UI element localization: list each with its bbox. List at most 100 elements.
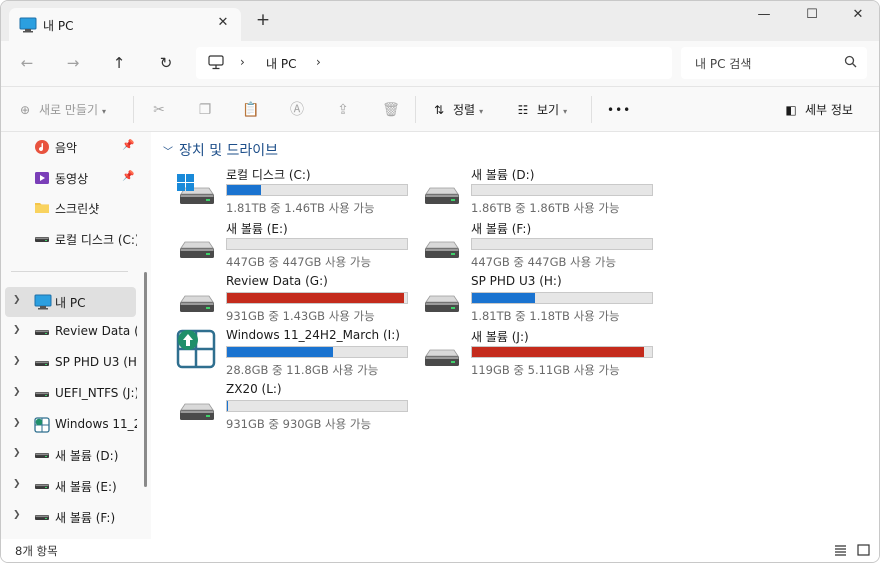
sidebar-item-label: 새 볼륨 (D:) [55, 449, 119, 463]
chevron-right-icon[interactable]: ❯ [13, 448, 21, 458]
drive-icon [420, 334, 464, 370]
details-pane-button[interactable]: ◧ 세부 정보 [783, 101, 853, 119]
pin-icon[interactable]: 📌 [122, 140, 134, 151]
chevron-right-icon[interactable]: ❯ [13, 356, 21, 366]
details-view-icon[interactable] [834, 544, 847, 556]
drive-usage-fill [472, 293, 535, 303]
drive-free-space: 447GB 중 447GB 사용 가능 [226, 255, 372, 269]
chevron-down-icon: ﹀ [163, 147, 173, 158]
plus-circle-icon: ⊕ [19, 103, 31, 117]
search-input[interactable]: 내 PC 검색 [681, 47, 867, 79]
rename-icon[interactable]: Ⓐ [287, 100, 307, 120]
details-pane-icon: ◧ [785, 103, 797, 117]
refresh-icon[interactable]: ↻ [156, 53, 176, 73]
install-media-icon [175, 328, 219, 369]
drive-usage-bar [226, 184, 408, 196]
sidebar-item-label: 로컬 디스크 (C:) [55, 233, 137, 247]
divider [591, 96, 592, 123]
drive-tile[interactable]: 로컬 디스크 (C:) 1.81TB 중 1.46TB 사용 가능 [175, 164, 415, 216]
sidebar-tree-item[interactable]: ❯ 새 볼륨 (F:) [1, 502, 137, 532]
drive-icon [34, 324, 50, 340]
sidebar-tree-item[interactable]: ❯ Review Data (G:) [1, 317, 137, 347]
cut-icon[interactable]: ✂ [149, 100, 169, 120]
sort-button[interactable]: ⇅ 정렬 ▾ [431, 101, 483, 119]
breadcrumb[interactable]: › 내 PC › [196, 47, 672, 79]
tab-close-icon[interactable]: ✕ [215, 15, 231, 30]
drive-usage-bar [226, 346, 408, 358]
drive-icon [34, 386, 50, 402]
drive-usage-bar [471, 184, 653, 196]
drive-icon [34, 478, 50, 494]
sidebar-tree-item[interactable]: ❯ 새 볼륨 (D:) [1, 440, 137, 470]
sidebar-tree-item[interactable]: ❯ 새 볼륨 (E:) [1, 471, 137, 501]
drive-usage-bar [471, 346, 653, 358]
drive-usage-bar [226, 292, 408, 304]
chevron-right-icon[interactable]: ❯ [13, 295, 21, 305]
delete-icon[interactable]: 🗑 [381, 100, 401, 120]
close-button[interactable]: ✕ [835, 7, 879, 25]
drive-icon [34, 447, 50, 463]
copy-icon[interactable]: ❐ [195, 100, 215, 120]
chevron-right-icon[interactable]: ❯ [13, 510, 21, 520]
sidebar-tree-item[interactable]: ❯ SP PHD U3 (H:) [1, 348, 137, 378]
chevron-right-icon[interactable]: ❯ [13, 418, 21, 428]
sidebar-item[interactable]: 동영상 📌 [1, 163, 137, 193]
tiles-view-icon[interactable] [857, 544, 870, 556]
drive-tile[interactable]: Review Data (G:) 931GB 중 1.43GB 사용 가능 [175, 272, 415, 324]
drive-tile[interactable]: SP PHD U3 (H:) 1.81TB 중 1.18TB 사용 가능 [420, 272, 660, 324]
chevron-right-icon[interactable]: ❯ [13, 387, 21, 397]
drive-name: Windows 11_24H2_March (I:) [226, 328, 400, 342]
drive-tile[interactable]: 새 볼륨 (E:) 447GB 중 447GB 사용 가능 [175, 218, 415, 270]
sidebar-tree-item[interactable]: ❯ Windows 11_24H2_March (I:) [1, 410, 137, 440]
drive-free-space: 1.86TB 중 1.86TB 사용 가능 [471, 201, 620, 215]
breadcrumb-chevron-icon[interactable]: › [316, 55, 321, 69]
sidebar-tree-item[interactable]: ❯ UEFI_NTFS (J:) [1, 379, 137, 409]
title-bar: 내 PC ✕ + — ☐ ✕ [1, 1, 879, 41]
breadcrumb-my-pc[interactable]: 내 PC [266, 55, 296, 72]
sidebar-item-label: UEFI_NTFS (J:) [55, 386, 137, 400]
drive-free-space: 28.8GB 중 11.8GB 사용 가능 [226, 363, 379, 377]
group-header-devices[interactable]: ﹀ 장치 및 드라이브 [163, 140, 278, 160]
drive-tile[interactable]: ZX20 (L:) 931GB 중 930GB 사용 가능 [175, 380, 415, 432]
sidebar-item-label: 새 볼륨 (E:) [55, 480, 117, 494]
new-tab-button[interactable]: + [255, 12, 271, 29]
chevron-down-icon: ▾ [479, 107, 484, 116]
more-options-button[interactable]: ••• [607, 101, 631, 119]
drive-tile[interactable]: 새 볼륨 (D:) 1.86TB 중 1.86TB 사용 가능 [420, 164, 660, 216]
item-count: 8개 항목 [15, 544, 58, 558]
back-arrow-icon[interactable]: ← [17, 53, 37, 73]
chevron-right-icon[interactable]: ❯ [13, 479, 21, 489]
view-button[interactable]: ☷ 보기 ▾ [515, 101, 568, 119]
paste-icon[interactable]: 📋 [241, 100, 261, 120]
drive-tile[interactable]: Windows 11_24H2_March (I:) 28.8GB 중 11.8G… [175, 326, 415, 378]
search-placeholder: 내 PC 검색 [695, 57, 752, 71]
status-bar: 8개 항목 [1, 539, 879, 562]
sidebar-item-label: 스크린샷 [55, 202, 100, 216]
pin-icon[interactable]: 📌 [122, 171, 134, 182]
sidebar-item-label: Windows 11_24H2_March (I:) [55, 417, 137, 431]
sidebar-item[interactable]: 음악 📌 [1, 132, 137, 162]
sidebar-divider [11, 271, 128, 272]
sidebar-item[interactable]: 스크린샷 [1, 193, 137, 223]
chevron-right-icon[interactable]: ❯ [13, 325, 21, 335]
monitor-icon [208, 55, 224, 70]
drive-name: 새 볼륨 (E:) [226, 222, 288, 236]
drive-name: 로컬 디스크 (C:) [226, 168, 311, 182]
sidebar-tree-item[interactable]: ❯ 내 PC [5, 287, 136, 317]
drive-usage-fill [227, 347, 334, 357]
new-button[interactable]: ⊕ 새로 만들기 ▾ [17, 101, 106, 119]
sidebar-item-label: Review Data (G:) [55, 324, 137, 338]
tab-my-pc[interactable]: 내 PC ✕ [9, 8, 241, 41]
up-arrow-icon[interactable]: ↑ [109, 53, 129, 73]
music-icon [34, 139, 50, 155]
content-pane: ﹀ 장치 및 드라이브 로컬 디스크 (C:) 1.81TB 중 1.46TB 사용… [151, 132, 879, 539]
sidebar-scrollbar[interactable] [144, 272, 147, 487]
share-icon[interactable]: ⇪ [333, 100, 353, 120]
sidebar-item[interactable]: 로컬 디스크 (C:) [1, 224, 137, 254]
drive-tile[interactable]: 새 볼륨 (J:) 119GB 중 5.11GB 사용 가능 [420, 326, 660, 378]
minimize-button[interactable]: — [741, 7, 787, 25]
maximize-button[interactable]: ☐ [789, 7, 835, 25]
drive-tile[interactable]: 새 볼륨 (F:) 447GB 중 447GB 사용 가능 [420, 218, 660, 270]
forward-arrow-icon[interactable]: → [63, 53, 83, 73]
breadcrumb-chevron-icon[interactable]: › [240, 55, 245, 69]
